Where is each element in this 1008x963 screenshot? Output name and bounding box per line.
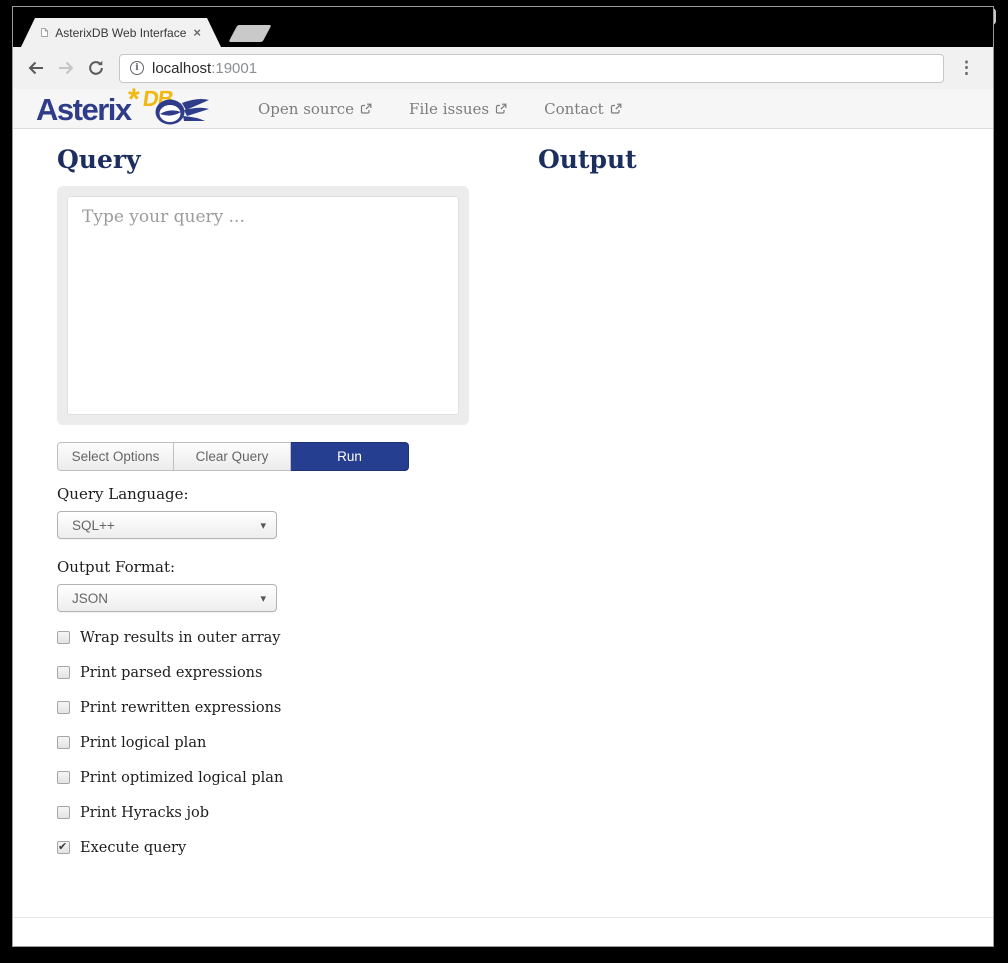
option-print-logical-plan[interactable]: Print logical plan — [57, 736, 469, 749]
option-print-rewritten[interactable]: Print rewritten expressions — [57, 701, 469, 714]
nav-link-file-issues[interactable]: File issues — [409, 100, 507, 118]
site-header: Asterix * DB Open source — [13, 89, 993, 129]
tab-title: AsterixDB Web Interface — [55, 26, 186, 40]
chevron-down-icon: ▾ — [260, 519, 266, 532]
page-favicon-icon — [41, 25, 48, 40]
browser-toolbar: i localhost:19001 ⋮ — [13, 47, 993, 89]
run-button[interactable]: Run — [291, 442, 409, 471]
nav-link-contact[interactable]: Contact — [544, 100, 622, 118]
tab-close-icon[interactable]: × — [193, 26, 201, 39]
output-column: Output — [538, 145, 637, 186]
tab-strip: AsterixDB Web Interface × — [13, 7, 993, 47]
asterixdb-logo[interactable]: Asterix * DB — [36, 90, 226, 128]
option-wrap-results[interactable]: Wrap results in outer array — [57, 631, 469, 644]
option-label: Execute query — [80, 840, 186, 856]
external-link-icon — [610, 103, 622, 115]
output-format-value: JSON — [72, 591, 260, 606]
query-column: Query Select Options Clear Query Run Que… — [57, 145, 469, 876]
url-text: localhost:19001 — [152, 60, 257, 77]
query-input[interactable] — [67, 196, 459, 415]
forward-button[interactable] — [55, 57, 77, 79]
logo-word: Asterix — [36, 92, 131, 128]
checkbox-print-logical-plan[interactable] — [57, 736, 70, 749]
option-label: Print parsed expressions — [80, 665, 262, 681]
checkbox-print-optimized-plan[interactable] — [57, 771, 70, 784]
option-print-hyracks-job[interactable]: Print Hyracks job — [57, 806, 469, 819]
back-button[interactable] — [25, 57, 47, 79]
external-link-icon — [495, 103, 507, 115]
checkbox-print-parsed[interactable] — [57, 666, 70, 679]
option-label: Print Hyracks job — [80, 805, 209, 821]
output-format-select[interactable]: JSON ▾ — [57, 584, 277, 612]
new-tab-button[interactable] — [228, 25, 271, 42]
page-info-icon[interactable]: i — [130, 61, 144, 75]
external-link-icon — [360, 103, 372, 115]
browser-menu-icon[interactable]: ⋮ — [952, 58, 981, 78]
address-bar[interactable]: i localhost:19001 — [119, 54, 944, 83]
chevron-down-icon: ▾ — [260, 592, 266, 605]
query-language-value: SQL++ — [72, 518, 260, 533]
option-label: Wrap results in outer array — [80, 630, 280, 646]
option-print-parsed[interactable]: Print parsed expressions — [57, 666, 469, 679]
header-nav: Open source File issues Contact — [258, 100, 622, 118]
query-editor-panel — [57, 186, 469, 425]
back-arrow-icon — [26, 58, 46, 78]
checkbox-execute-query[interactable] — [57, 841, 70, 854]
footer-divider — [13, 917, 993, 918]
checkbox-print-hyracks-job[interactable] — [57, 806, 70, 819]
option-label: Print optimized logical plan — [80, 770, 283, 786]
url-port: :19001 — [211, 60, 257, 77]
option-label: Print rewritten expressions — [80, 700, 281, 716]
checkbox-wrap-results[interactable] — [57, 631, 70, 644]
output-heading: Output — [538, 145, 637, 174]
bird-swoosh-icon — [154, 97, 210, 127]
checkbox-print-rewritten[interactable] — [57, 701, 70, 714]
browser-window: AsterixDB Web Interface × i loc — [12, 6, 994, 947]
query-language-label: Query Language: — [57, 485, 469, 503]
query-options-list: Wrap results in outer array Print parsed… — [57, 631, 469, 854]
page-content: Query Select Options Clear Query Run Que… — [13, 129, 993, 946]
logo-star-icon: * — [128, 83, 140, 117]
tab-asterixdb[interactable]: AsterixDB Web Interface × — [21, 18, 221, 47]
option-print-optimized-plan[interactable]: Print optimized logical plan — [57, 771, 469, 784]
option-execute-query[interactable]: Execute query — [57, 841, 469, 854]
url-host: localhost — [152, 60, 211, 77]
query-actions: Select Options Clear Query Run — [57, 442, 469, 471]
reload-icon — [87, 59, 105, 77]
forward-arrow-icon — [56, 58, 76, 78]
option-label: Print logical plan — [80, 735, 206, 751]
nav-link-label: Contact — [544, 100, 604, 118]
query-language-select[interactable]: SQL++ ▾ — [57, 511, 277, 539]
nav-link-open-source[interactable]: Open source — [258, 100, 372, 118]
reload-button[interactable] — [85, 57, 107, 79]
query-heading: Query — [57, 145, 469, 174]
nav-link-label: Open source — [258, 100, 354, 118]
nav-link-label: File issues — [409, 100, 489, 118]
clear-query-button[interactable]: Clear Query — [174, 442, 291, 471]
select-options-button[interactable]: Select Options — [57, 442, 174, 471]
output-format-label: Output Format: — [57, 558, 469, 576]
